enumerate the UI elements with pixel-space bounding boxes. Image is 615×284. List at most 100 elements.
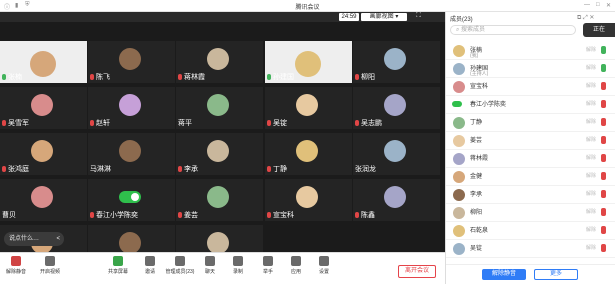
- avatar: [207, 140, 229, 162]
- avatar: [453, 63, 465, 75]
- participant-name-text: 孙建国: [273, 74, 294, 81]
- toolbar-button-label: 共享屏幕: [107, 269, 128, 275]
- member-row[interactable]: 柳阳 解除: [446, 204, 615, 222]
- member-name: 石乾泉: [470, 228, 489, 234]
- unmute-member-button[interactable]: 解除: [586, 172, 596, 179]
- video-tile[interactable]: 赵轩: [88, 87, 175, 129]
- members-button[interactable]: 管理成员(23): [164, 255, 196, 283]
- video-tile[interactable]: 张鸿庭: [0, 133, 87, 175]
- leave-meeting-button[interactable]: 离开会议: [398, 265, 436, 278]
- unmute-member-button[interactable]: 解除: [586, 118, 596, 125]
- unmute-member-button[interactable]: 解除: [586, 64, 596, 71]
- panel-window-icons[interactable]: ⧉ ⤢ ✕: [577, 14, 594, 22]
- member-row[interactable]: 张楠 (我) 解除: [446, 42, 615, 60]
- mic-button[interactable]: 解除静音: [2, 255, 30, 283]
- speaking-tab-label: 正在: [593, 27, 606, 33]
- invite-button[interactable]: 邀请: [136, 255, 164, 283]
- participant-name-text: 姜芸: [184, 212, 198, 219]
- video-tile[interactable]: 马淋淋: [88, 133, 175, 175]
- share-screen-button[interactable]: 共享屏幕: [104, 255, 132, 283]
- member-row[interactable]: 宣宝科 解除: [446, 78, 615, 96]
- video-tile[interactable]: 陈鑫: [353, 179, 440, 221]
- member-row[interactable]: 丁静 解除: [446, 114, 615, 132]
- video-tile[interactable]: 柳阳: [353, 41, 440, 83]
- apps-button[interactable]: 应用: [282, 255, 310, 283]
- members-panel-title: 成员(23): [450, 17, 473, 23]
- chat-button[interactable]: 聊天: [196, 255, 224, 283]
- chevron-left-icon[interactable]: <: [56, 232, 60, 246]
- unmute-member-button[interactable]: 解除: [586, 244, 596, 251]
- participant-name: 丁静: [267, 164, 287, 174]
- unmute-member-button[interactable]: 解除: [586, 136, 596, 143]
- toolbar-button-label: 邀请: [144, 269, 155, 275]
- video-tile[interactable]: 蒋平: [176, 87, 263, 129]
- video-tile[interactable]: 陈飞: [88, 41, 175, 83]
- unmute-member-button[interactable]: 解除: [586, 82, 596, 89]
- camera-button[interactable]: 开启视频: [36, 255, 64, 283]
- video-tile[interactable]: 张润龙: [353, 133, 440, 175]
- video-tile[interactable]: 曹贝: [0, 179, 87, 221]
- avatar: [31, 140, 53, 162]
- member-row[interactable]: 春江小学陈奕 解除: [446, 96, 615, 114]
- mic-muted-icon: [601, 118, 606, 126]
- participant-name: 李承: [178, 164, 198, 174]
- participant-name: 姜芸: [178, 210, 198, 220]
- video-tile[interactable]: 吴雪军: [0, 87, 87, 129]
- avatar: [119, 94, 141, 116]
- minimize-icon[interactable]: —: [584, 2, 590, 8]
- video-area: 24:59 画廊视图 ▾ ⛶ 张楠 陈飞 蒋林霞 孙建国 柳阳 吴雪军 赵轩 蒋平 吴锭 吴志鹏张…: [0, 12, 445, 284]
- member-name: 李承: [470, 192, 483, 198]
- participant-name: 陈鑫: [355, 210, 375, 220]
- unmute-member-button[interactable]: 解除: [586, 208, 596, 215]
- video-tile[interactable]: 丁静: [265, 133, 352, 175]
- participant-name-text: 蒋林霞: [184, 74, 205, 81]
- participant-name-text: 柳阳: [361, 74, 375, 81]
- mic-muted-icon: [601, 154, 606, 162]
- chat-popup[interactable]: 说点什么… <: [4, 232, 64, 246]
- view-mode-button[interactable]: 画廊视图 ▾: [361, 13, 407, 21]
- speaking-tab[interactable]: 正在: [583, 23, 615, 37]
- settings-button[interactable]: 设置: [310, 255, 338, 283]
- maximize-icon[interactable]: □: [596, 2, 600, 8]
- participant-name-text: 赵轩: [96, 120, 110, 127]
- mic-icon: [11, 256, 21, 266]
- toolbar-button-label: 设置: [318, 269, 329, 275]
- participant-name-text: 张鸿庭: [8, 166, 29, 173]
- camera-icon: [45, 256, 55, 266]
- unmute-all-button[interactable]: 解除静音: [482, 269, 526, 280]
- member-row[interactable]: 金健 解除: [446, 168, 615, 186]
- video-tile[interactable]: 蒋林霞: [176, 41, 263, 83]
- unmute-member-button[interactable]: 解除: [586, 190, 596, 197]
- record-button[interactable]: 录制: [224, 255, 252, 283]
- unmute-member-button[interactable]: 解除: [586, 226, 596, 233]
- video-tile[interactable]: 春江小学陈奕: [88, 179, 175, 221]
- meeting-timer: 24:59: [339, 13, 359, 21]
- member-row[interactable]: 李承 解除: [446, 186, 615, 204]
- member-row[interactable]: 蒋林霞 解除: [446, 150, 615, 168]
- video-tile[interactable]: 吴锭: [265, 87, 352, 129]
- close-icon[interactable]: ✕: [606, 2, 611, 9]
- member-row[interactable]: 吴锭 解除: [446, 240, 615, 258]
- unmute-member-button[interactable]: 解除: [586, 46, 596, 53]
- unmute-member-button[interactable]: 解除: [586, 100, 596, 107]
- avatar: [453, 117, 465, 129]
- video-tile[interactable]: 李承: [176, 133, 263, 175]
- unmute-member-button[interactable]: 解除: [586, 154, 596, 161]
- mic-muted-icon: [601, 226, 606, 234]
- member-row[interactable]: 石乾泉 解除: [446, 222, 615, 240]
- member-search-input[interactable]: ⌕ 搜索成员: [450, 25, 576, 35]
- hand-button[interactable]: 举手: [254, 255, 282, 283]
- video-tile[interactable]: 孙建国: [265, 41, 352, 83]
- participant-name: 柳阳: [355, 72, 375, 82]
- video-tile[interactable]: 吴志鹏: [353, 87, 440, 129]
- search-placeholder: 搜索成员: [461, 27, 486, 33]
- more-button[interactable]: 更多: [534, 269, 578, 280]
- video-tile[interactable]: 姜芸: [176, 179, 263, 221]
- member-row[interactable]: 姜芸 解除: [446, 132, 615, 150]
- avatar: [207, 48, 229, 70]
- video-tile[interactable]: 宣宝科: [265, 179, 352, 221]
- fullscreen-icon[interactable]: ⛶: [416, 12, 421, 20]
- video-tile[interactable]: 张楠: [0, 41, 87, 83]
- participant-name: 孙建国: [267, 72, 294, 82]
- member-row[interactable]: 孙建国 (主持人) 解除: [446, 60, 615, 78]
